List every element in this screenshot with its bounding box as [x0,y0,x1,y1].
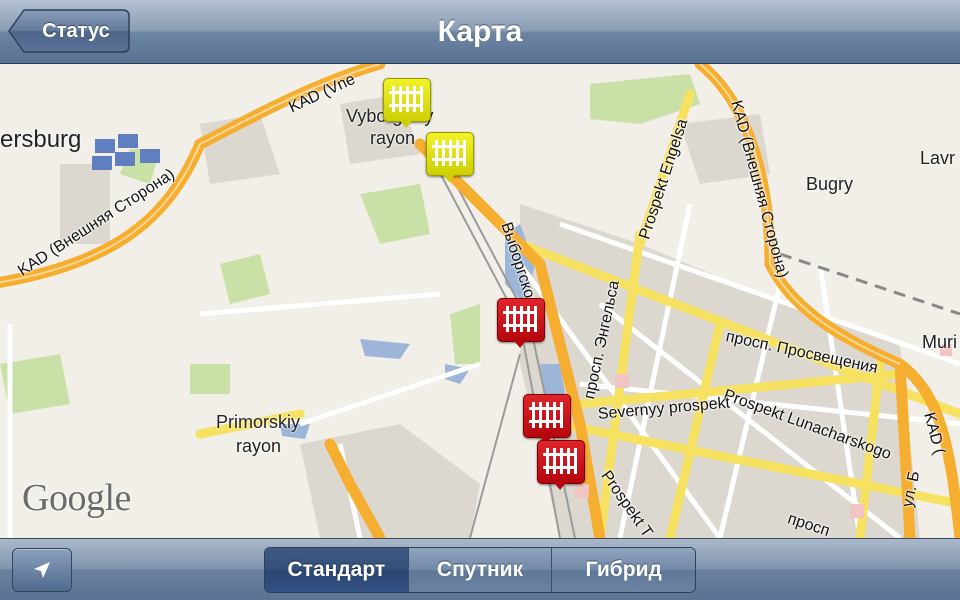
place-label-primorskiy: Primorskiy [216,412,300,432]
map-view[interactable]: ersburg Vyborgskiy rayon Bugry Lavr Muri… [0,64,960,538]
navigation-bar: Статус Карта [0,0,960,64]
segment-standard[interactable]: Стандарт [265,548,408,592]
railway-crossing-marker[interactable] [523,394,571,446]
railway-crossing-marker[interactable] [537,440,585,492]
railway-crossing-icon [503,306,537,332]
marker-tip [398,118,414,128]
bottom-toolbar: Стандарт Спутник Гибрид [0,538,960,600]
marker-tip [441,172,457,182]
railway-crossing-icon [543,448,577,474]
google-watermark: Google [22,477,131,519]
railway-crossing-marker[interactable] [497,298,545,350]
railway-crossing-icon [529,402,563,428]
railway-crossing-icon [389,86,423,112]
marker-tip [512,338,528,348]
segment-satellite[interactable]: Спутник [407,548,552,592]
place-label-lavr: Lavr [920,148,956,168]
railway-crossing-icon [432,140,466,166]
railway-crossing-marker[interactable] [383,78,431,130]
locate-me-button[interactable] [12,548,72,592]
map-canvas [0,64,960,538]
place-label-rayon-2: rayon [236,436,282,456]
railway-crossing-marker[interactable] [426,132,474,184]
page-title: Карта [437,15,523,48]
location-arrow-icon [34,562,50,578]
map-type-segmented-control: Стандарт Спутник Гибрид [264,547,696,593]
place-label-ersburg: ersburg [0,126,82,153]
place-label-rayon-1: rayon [370,128,416,148]
place-label-bugry: Bugry [806,174,854,194]
segment-hybrid[interactable]: Гибрид [551,548,695,592]
place-label-muri: Muri [922,332,957,352]
marker-tip [552,480,568,490]
